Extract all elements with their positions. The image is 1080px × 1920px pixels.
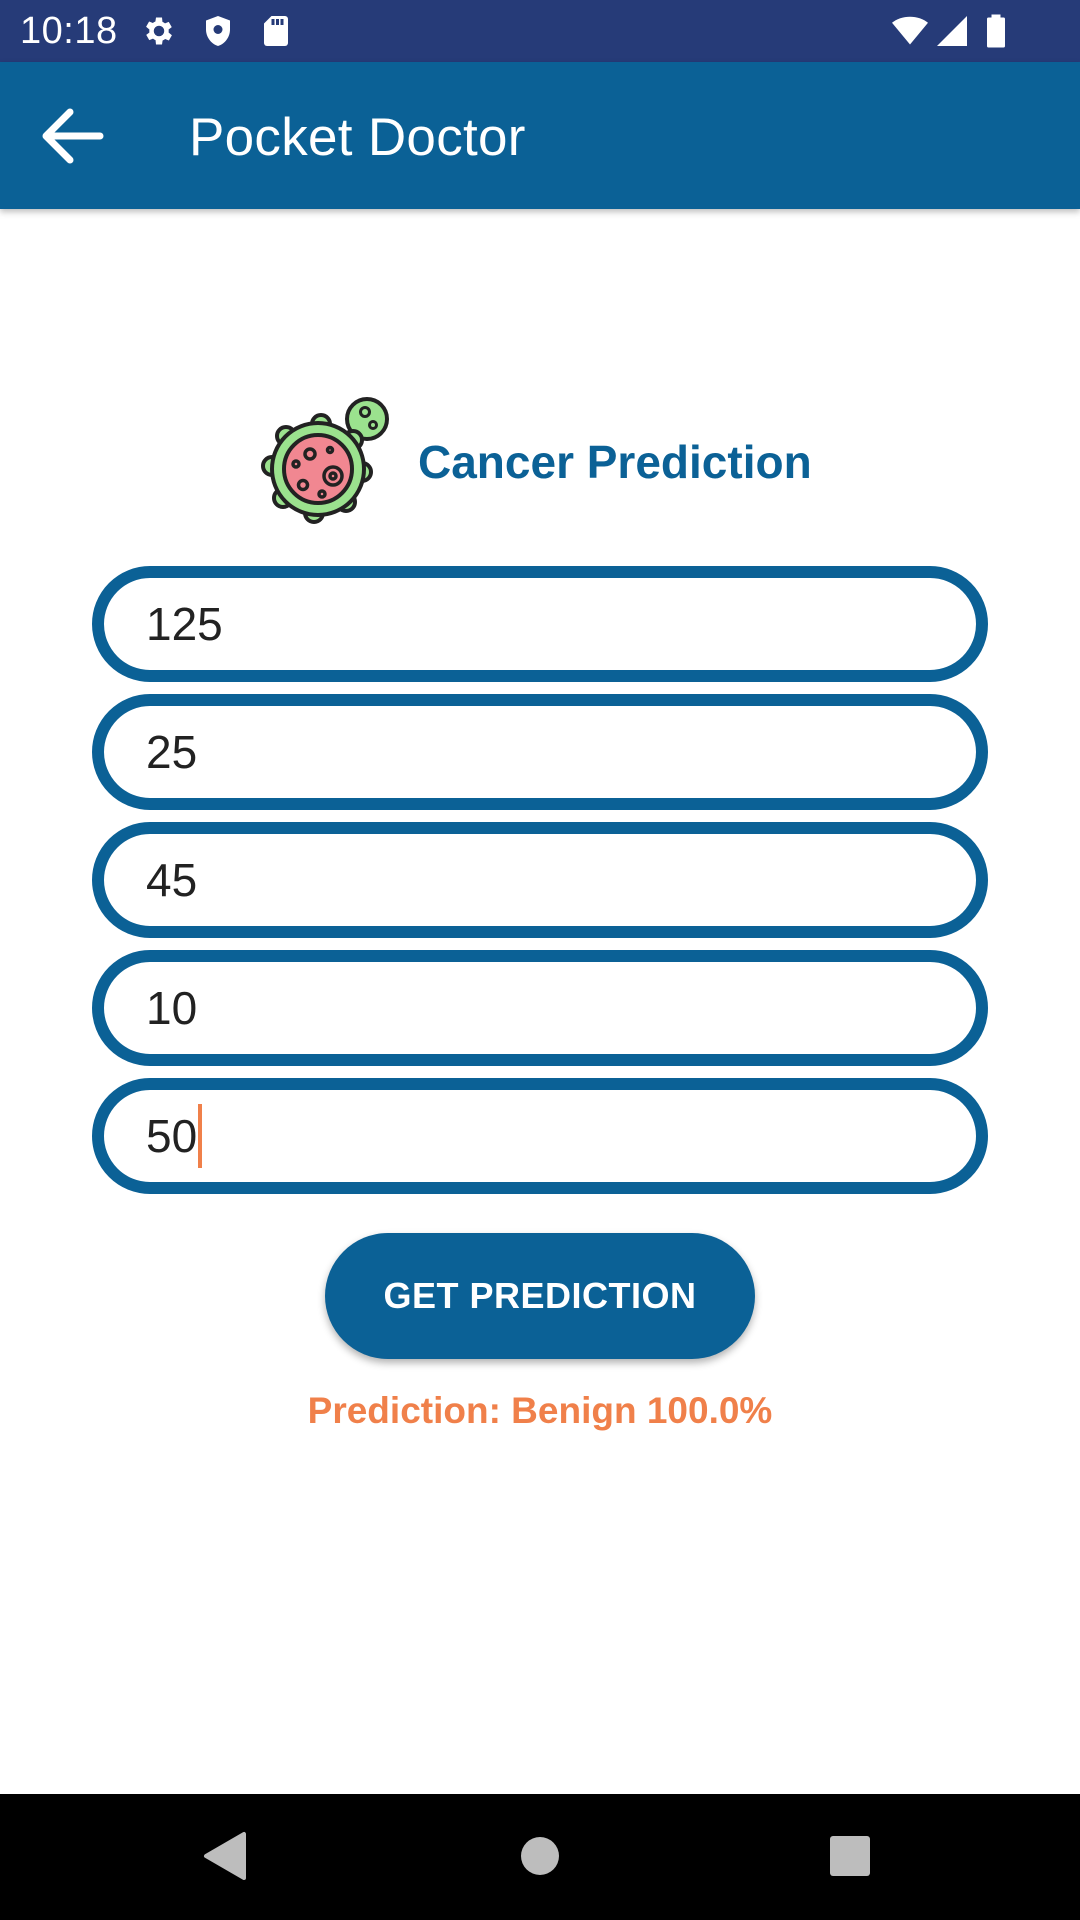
input-field-1-text[interactable] [146,578,926,670]
input-field-3-text[interactable] [146,834,926,926]
wifi-icon [892,16,928,45]
home-circle-icon[interactable] [508,1824,572,1888]
status-time: 10:18 [20,10,118,52]
input-field-2-text[interactable] [146,706,926,798]
input-field-5-text[interactable] [146,1090,926,1182]
signal-icon [937,16,967,46]
input-field-5[interactable] [92,1078,988,1194]
app-title: Pocket Doctor [189,108,526,167]
navigation-bar [0,1794,1080,1920]
text-cursor [198,1104,202,1168]
input-field-4-text[interactable] [146,962,926,1054]
shield-icon [206,16,230,46]
gear-icon [146,17,172,45]
virus-icon [261,397,389,524]
get-prediction-button[interactable]: GET PREDICTION [325,1233,755,1359]
input-field-1[interactable] [92,566,988,682]
arrow-back-icon[interactable] [36,104,108,168]
prediction-result: Prediction: Benign 100.0% [307,1390,773,1431]
battery-icon [987,14,1005,48]
heading-text: Cancer Prediction [418,436,812,488]
app-bar: Pocket Doctor [0,62,1080,209]
back-triangle-icon[interactable] [196,1824,260,1888]
input-field-4[interactable] [92,950,988,1066]
recents-square-icon[interactable] [818,1824,882,1888]
sd-card-icon [264,16,288,46]
heading: Cancer Prediction [258,392,858,530]
status-bar: 10:18 [0,0,1080,62]
input-field-3[interactable] [92,822,988,938]
input-field-2[interactable] [92,694,988,810]
